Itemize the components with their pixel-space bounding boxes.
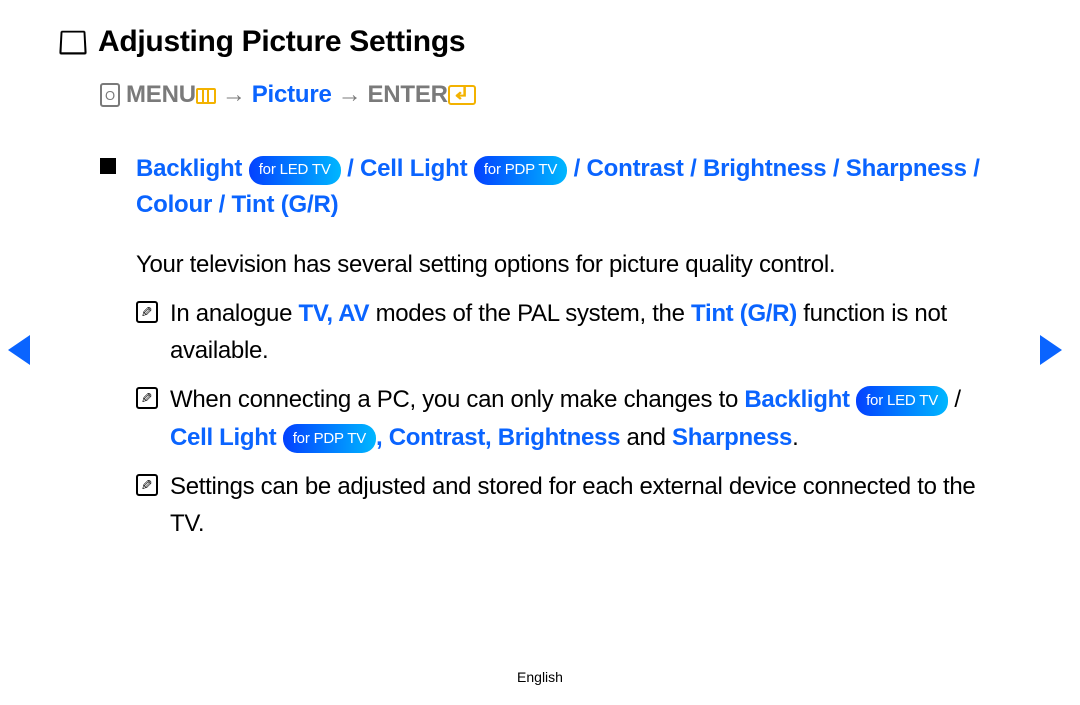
nav-prev-button[interactable]	[8, 335, 30, 365]
breadcrumb-menu: MENU	[126, 81, 216, 109]
note-icon	[136, 301, 158, 323]
nav-next-button[interactable]	[1040, 335, 1062, 365]
book-icon	[59, 31, 86, 55]
note-list: In analogue TV, AV modes of the PAL syst…	[60, 295, 1020, 542]
sep: /	[973, 155, 979, 182]
note-item: When connecting a PC, you can only make …	[136, 381, 980, 455]
setting-sharpness: Sharpness	[846, 155, 967, 182]
note-icon	[136, 474, 158, 496]
sep: /	[690, 155, 703, 182]
title-row: Adjusting Picture Settings	[60, 25, 1020, 59]
breadcrumb: O MENU → Picture → ENTER	[60, 81, 1020, 109]
breadcrumb-enter: ENTER	[367, 81, 475, 109]
note-text: Settings can be adjusted and stored for …	[170, 468, 980, 542]
setting-brightness: Brightness	[703, 155, 826, 182]
note-item: In analogue TV, AV modes of the PAL syst…	[136, 295, 980, 369]
footer-language: English	[0, 669, 1080, 685]
note-icon	[136, 387, 158, 409]
menu-icon	[196, 88, 216, 104]
triangle-left-icon	[8, 335, 30, 365]
setting-backlight: Backlight	[136, 155, 242, 182]
setting-contrast: Contrast	[587, 155, 684, 182]
settings-section: Backlight for LED TV / Cell Light for PD…	[60, 151, 1020, 223]
triangle-right-icon	[1040, 335, 1062, 365]
breadcrumb-arrow: →	[222, 81, 246, 109]
setting-tint: Tint (G/R)	[232, 191, 339, 218]
body-text: Your television has several setting opti…	[60, 247, 1020, 283]
breadcrumb-picture: Picture	[252, 81, 332, 109]
sep: /	[347, 155, 360, 182]
pdp-tv-pill: for PDP TV	[474, 156, 567, 185]
setting-cell-light: Cell Light	[360, 155, 467, 182]
remote-icon: O	[100, 83, 120, 107]
square-bullet-icon	[100, 158, 116, 174]
page-title: Adjusting Picture Settings	[98, 25, 465, 59]
note-item: Settings can be adjusted and stored for …	[136, 468, 980, 542]
led-tv-pill: for LED TV	[249, 156, 341, 185]
breadcrumb-arrow: →	[338, 81, 362, 109]
sep: /	[219, 191, 232, 218]
enter-icon	[448, 85, 476, 105]
led-tv-pill: for LED TV	[856, 386, 948, 415]
sep: /	[833, 155, 846, 182]
setting-colour: Colour	[136, 191, 212, 218]
sep: /	[574, 155, 587, 182]
pdp-tv-pill: for PDP TV	[283, 424, 376, 453]
settings-list: Backlight for LED TV / Cell Light for PD…	[136, 151, 1020, 223]
note-text: When connecting a PC, you can only make …	[170, 381, 980, 455]
note-text: In analogue TV, AV modes of the PAL syst…	[170, 295, 980, 369]
